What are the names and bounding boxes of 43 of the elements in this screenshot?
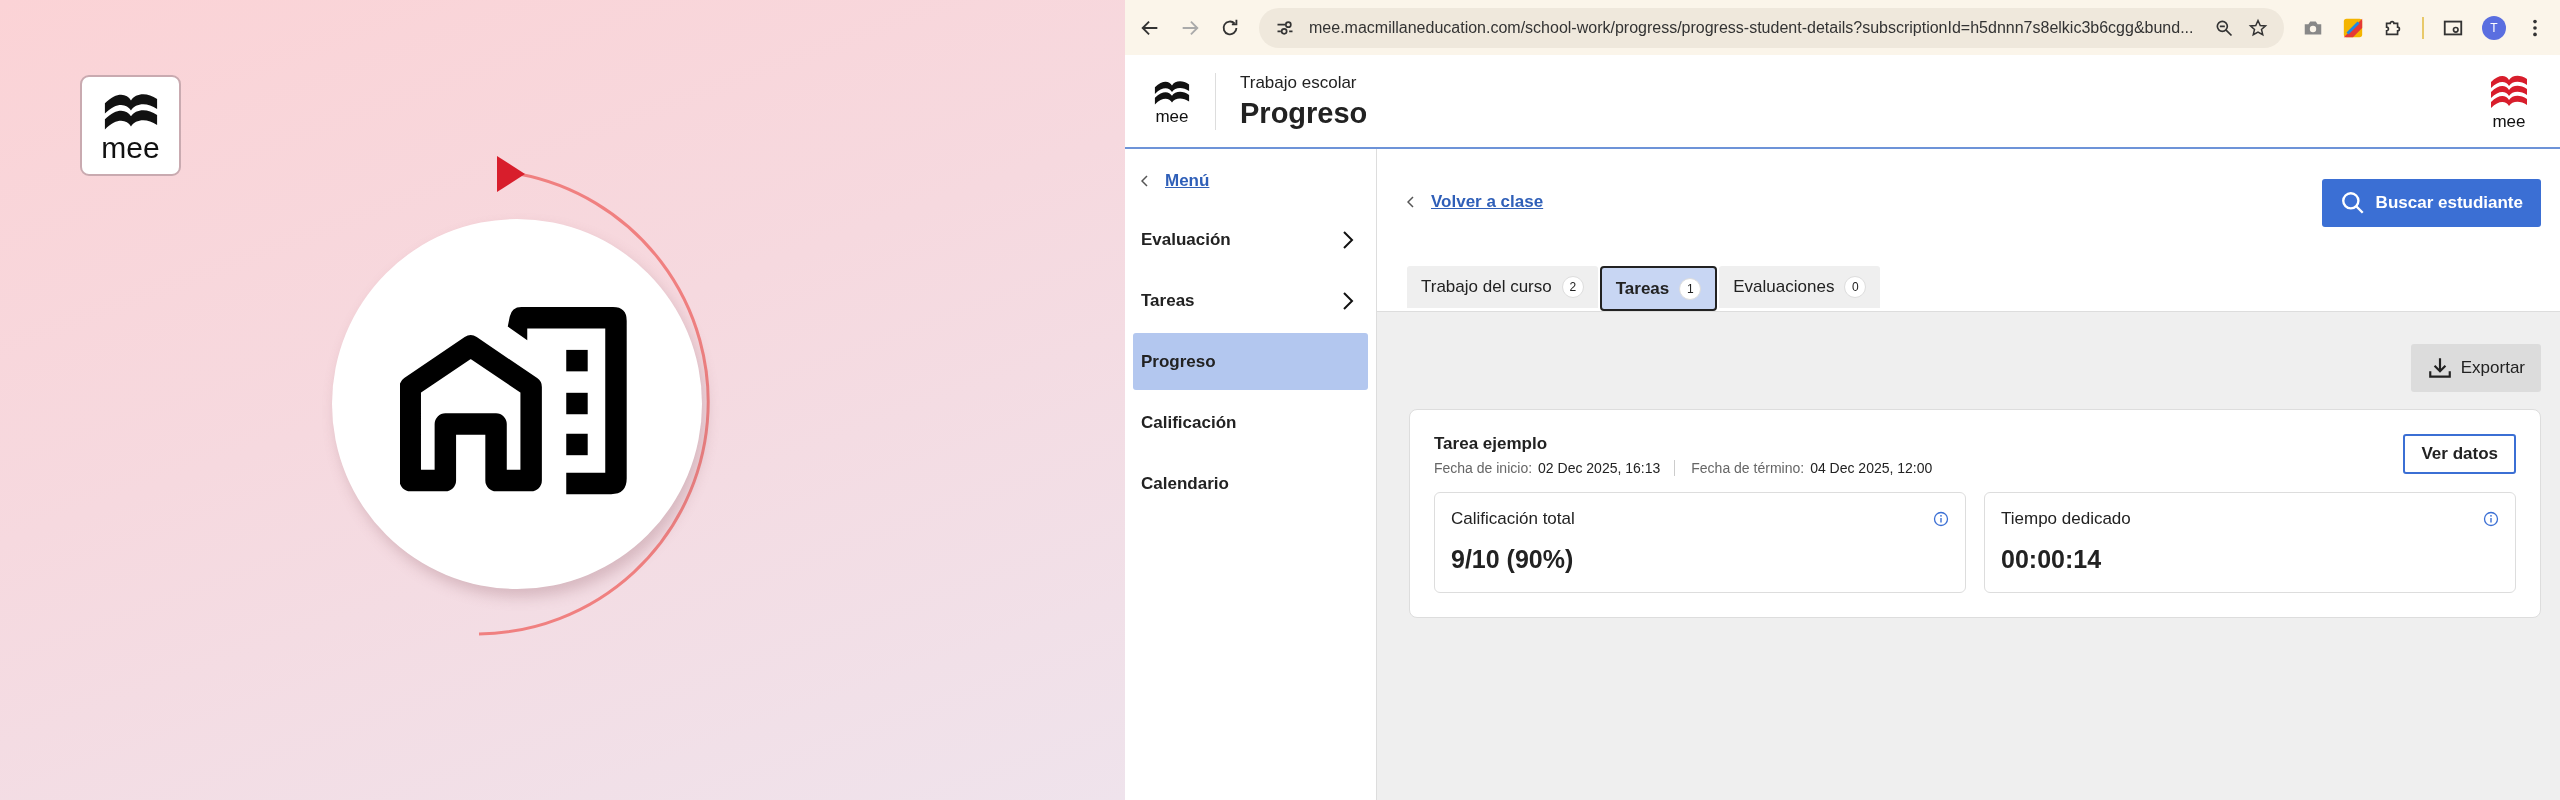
page-title: Progreso	[1240, 96, 1368, 130]
count-badge: 2	[1561, 276, 1584, 298]
address-bar[interactable]: mee.macmillaneducation.com/school-work/progress/progress-student-details?subscriptionId=h5dnnn7s8elkic3b6cgg&bund...	[1259, 7, 2284, 48]
chevron-left-icon	[1407, 196, 1415, 208]
view-data-button[interactable]: Ver datos	[2403, 434, 2516, 474]
tab[interactable]: Tareas 1	[1599, 266, 1718, 311]
stat-label: Tiempo dedicado	[2001, 509, 2131, 529]
search-icon	[2339, 190, 2366, 216]
stat-label: Calificación total	[1451, 509, 1575, 529]
star-icon[interactable]	[2248, 17, 2268, 38]
date-value: 04 Dec 2025, 12:00	[1810, 460, 1933, 476]
sidebar-item[interactable]: Progreso	[1133, 333, 1368, 390]
stat-value: 9/10 (90%)	[1451, 545, 1575, 574]
tab[interactable]: Trabajo del curso 2	[1407, 266, 1598, 308]
section-subtitle: Trabajo escolar	[1240, 72, 1358, 93]
logo-text: mee	[101, 132, 160, 163]
search-student-button[interactable]: Buscar estudiante	[2321, 179, 2541, 227]
sidebar-item[interactable]: Evaluación	[1133, 211, 1368, 268]
sidebar-item[interactable]: Calendario	[1133, 455, 1368, 512]
count-badge: 0	[1844, 276, 1867, 298]
tab[interactable]: Evaluaciones 0	[1719, 266, 1881, 308]
sidebar-item[interactable]: Calificación	[1133, 394, 1368, 451]
export-button[interactable]: Exportar	[2410, 344, 2541, 392]
task-title: Tarea ejemplo	[1434, 434, 1549, 454]
extension-icon[interactable]	[2342, 16, 2364, 39]
chevron-right-icon	[1342, 290, 1354, 311]
chevron-right-icon	[1342, 229, 1354, 250]
sidebar-item[interactable]: Tareas	[1133, 272, 1368, 329]
url-text: mee.macmillaneducation.com/school-work/progress/progress-student-details?subscriptionId=h5dnnn7s8elkic3b6cgg&bund...	[1309, 18, 2195, 37]
date-value: 02 Dec 2025, 16:13	[1538, 460, 1661, 476]
logo-text: mee	[1155, 107, 1189, 125]
info-icon[interactable]	[1933, 511, 1949, 527]
count-badge: 1	[1679, 277, 1702, 300]
date-label: Fecha de término:	[1691, 460, 1805, 476]
back-link[interactable]: Volver a clase	[1407, 192, 1544, 212]
chevron-left-icon	[1141, 175, 1149, 187]
logo-text: mee	[2492, 112, 2526, 130]
download-icon	[2426, 355, 2453, 381]
menu-back-link[interactable]: Menú	[1141, 171, 1210, 191]
profile-avatar[interactable]: T	[2482, 15, 2506, 40]
stat-value: 00:00:14	[2001, 545, 2103, 574]
date-label: Fecha de inicio:	[1434, 460, 1533, 476]
info-icon[interactable]	[2483, 511, 2499, 527]
